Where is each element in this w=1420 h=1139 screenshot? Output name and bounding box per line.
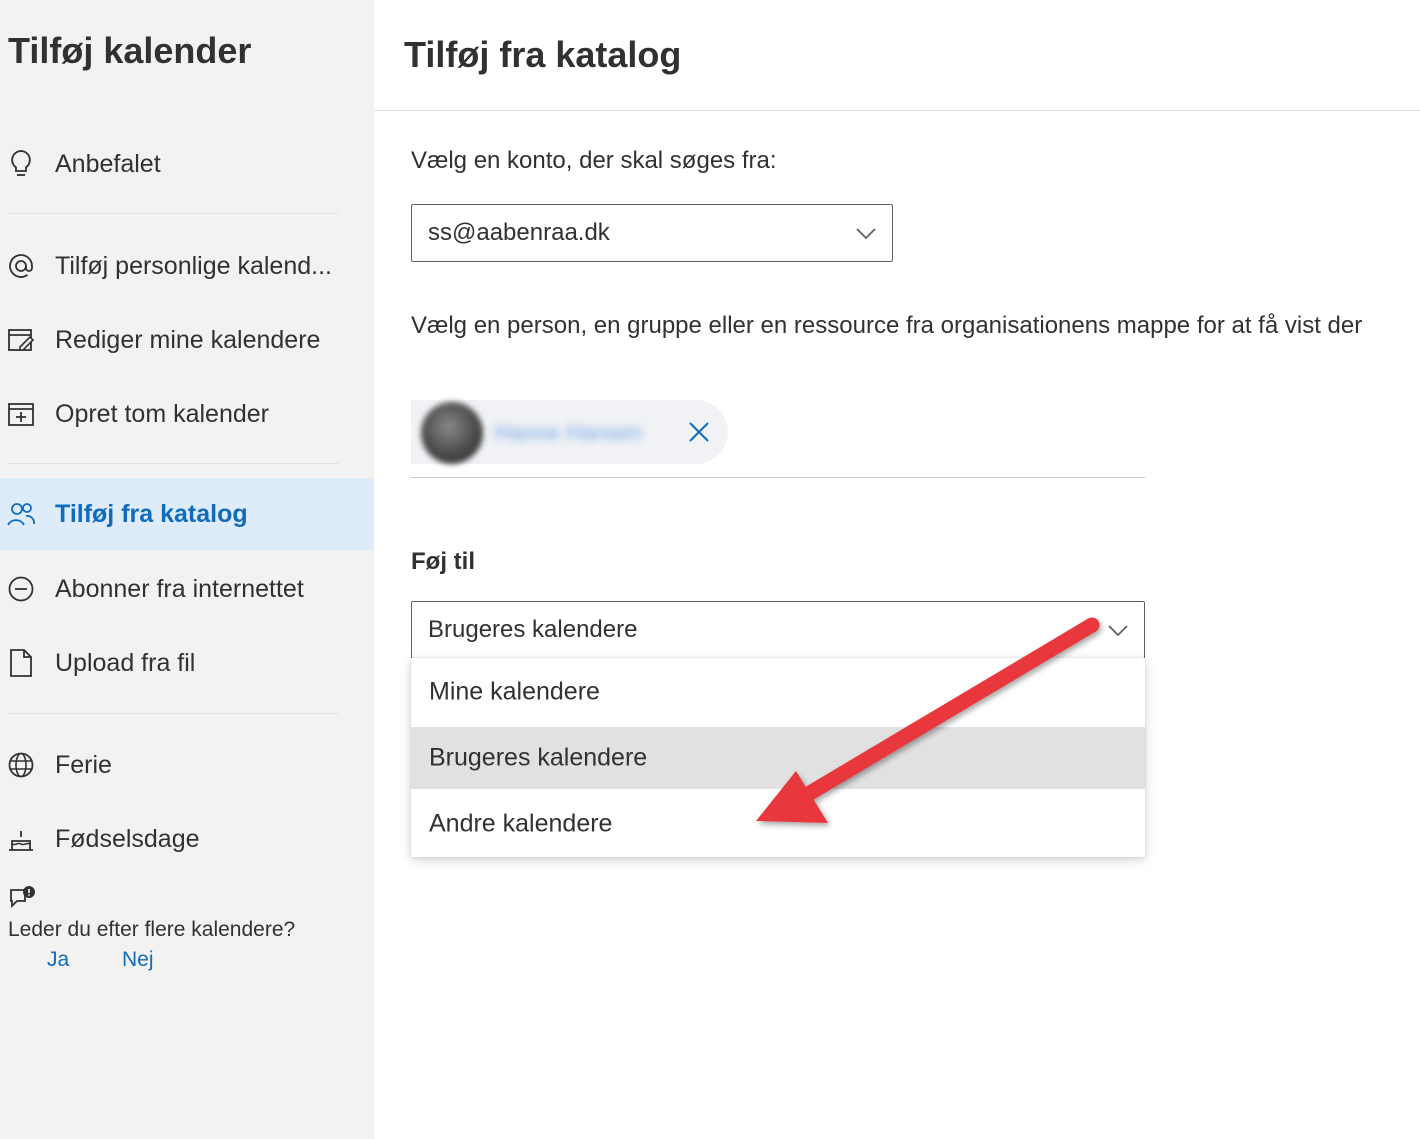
chevron-down-icon — [1106, 618, 1130, 642]
globe-icon — [6, 750, 36, 780]
sidebar-divider — [8, 713, 338, 714]
sidebar-divider — [8, 463, 338, 464]
directory-description: Vælg en person, en gruppe eller en resso… — [411, 312, 1363, 339]
sidebar-item-subscribe[interactable]: Abonner fra internettet — [0, 553, 374, 625]
sidebar-item-label: Tilføj fra katalog — [55, 499, 248, 528]
at-icon — [6, 251, 36, 281]
add-to-select-value: Brugeres kalendere — [428, 616, 638, 643]
sidebar-item-birthdays[interactable]: Fødselsdage — [0, 803, 374, 875]
selected-persona: Hanne Hansen — [411, 400, 728, 464]
add-to-dropdown-list: Mine kalendere Brugeres kalendere Andre … — [411, 658, 1145, 857]
dropdown-option[interactable]: Andre kalendere — [411, 793, 1145, 855]
sidebar-item-label: Ferie — [55, 750, 112, 779]
sidebar-item-create[interactable]: Opret tom kalender — [0, 378, 374, 450]
people-icon — [6, 499, 36, 529]
chevron-down-icon — [854, 221, 878, 245]
sidebar-title: Tilføj kalender — [8, 30, 252, 71]
dropdown-option-label: Brugeres kalendere — [429, 743, 648, 772]
sidebar-item-label: Tilføj personlige kalend... — [55, 251, 332, 280]
cake-icon — [6, 824, 36, 854]
sidebar-item-label: Fødselsdage — [55, 824, 200, 853]
lightbulb-icon — [6, 149, 36, 179]
account-select[interactable]: ss@aabenraa.dk — [411, 204, 893, 262]
edit-calendar-icon — [6, 325, 36, 355]
account-label: Vælg en konto, der skal søges fra: — [411, 147, 777, 174]
feedback-no-link[interactable]: Nej — [122, 948, 154, 972]
main-header: Tilføj fra katalog — [374, 0, 1420, 111]
sidebar-item-label: Anbefalet — [55, 149, 161, 178]
sidebar-item-recommended[interactable]: Anbefalet — [0, 128, 374, 200]
sidebar-item-label: Opret tom kalender — [55, 399, 269, 428]
sidebar-divider — [8, 213, 338, 214]
subscribe-icon — [6, 574, 36, 604]
add-to-label: Føj til — [411, 548, 475, 575]
feedback-yes-link[interactable]: Ja — [47, 948, 69, 972]
sidebar-item-edit[interactable]: Rediger mine kalendere — [0, 304, 374, 376]
sidebar-item-upload[interactable]: Upload fra fil — [0, 627, 374, 699]
file-icon — [6, 648, 36, 678]
sidebar: Tilføj kalender Anbefalet Tilføj personl… — [0, 0, 374, 1139]
feedback-question: Leder du efter flere kalendere? — [8, 918, 296, 941]
dropdown-option[interactable]: Mine kalendere — [411, 661, 1145, 723]
people-picker-underline — [411, 477, 1145, 478]
persona-name: Hanne Hansen — [495, 420, 642, 445]
sidebar-item-label: Abonner fra internettet — [55, 574, 304, 603]
sidebar-item-directory[interactable]: Tilføj fra katalog — [0, 478, 374, 550]
close-icon[interactable] — [685, 418, 713, 446]
dropdown-option[interactable]: Brugeres kalendere — [411, 727, 1145, 789]
feedback-icon — [8, 884, 38, 914]
avatar — [421, 402, 483, 464]
page-title: Tilføj fra katalog — [404, 34, 682, 75]
dropdown-option-label: Andre kalendere — [429, 809, 613, 838]
sidebar-item-label: Upload fra fil — [55, 648, 196, 677]
sidebar-item-holidays[interactable]: Ferie — [0, 729, 374, 801]
dropdown-option-label: Mine kalendere — [429, 677, 600, 706]
sidebar-item-label: Rediger mine kalendere — [55, 325, 321, 354]
sidebar-item-personal[interactable]: Tilføj personlige kalend... — [0, 230, 374, 302]
add-to-select[interactable]: Brugeres kalendere — [411, 601, 1145, 659]
add-calendar-icon — [6, 399, 36, 429]
account-select-value: ss@aabenraa.dk — [428, 219, 610, 246]
